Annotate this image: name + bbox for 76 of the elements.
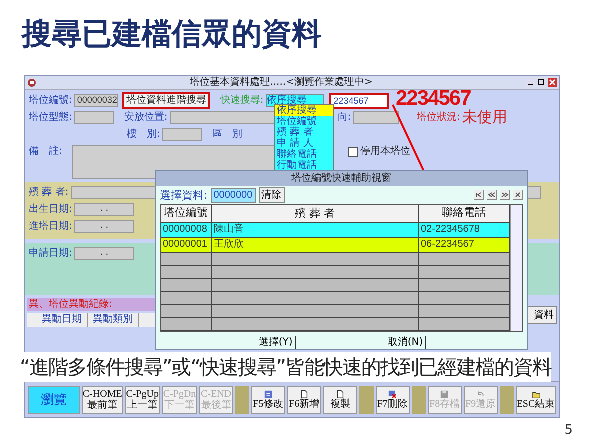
field-label: 出生日期: [29, 204, 72, 216]
advanced-search-button[interactable]: 塔位資料進階搜尋 [122, 92, 210, 109]
dialog-button[interactable]: 選擇(Y) [256, 336, 296, 349]
field-label: 安放位置: [124, 112, 168, 124]
toolbar-separator [359, 386, 374, 414]
field-label: 樓 別: [127, 128, 160, 140]
toolbar-separator [412, 386, 426, 414]
undo-icon [476, 390, 486, 398]
field-label: 塔位編號: [29, 94, 72, 106]
floor-field[interactable] [162, 128, 202, 141]
document-icon [336, 390, 345, 398]
column-header: 殯 葬 者 [212, 205, 419, 222]
folder-icon [532, 390, 540, 398]
date-field[interactable]: . . [74, 220, 134, 233]
dropdown-option[interactable]: 塔位編號 [275, 116, 333, 127]
field-label: 向: [338, 112, 352, 124]
filter-field[interactable]: 0000000 [210, 188, 256, 203]
toolbar-button[interactable]: 複製 [323, 386, 358, 414]
table-row[interactable]: 00000001 王欣欣 06-2234567 [161, 238, 510, 254]
field-label: 備 註: [29, 146, 62, 158]
toolbar-button[interactable]: F6新增 [287, 386, 322, 414]
field-label: 殯 葬 者: [29, 186, 69, 198]
slot-number-field[interactable]: 00000032 [74, 94, 118, 107]
close-icon[interactable] [513, 190, 523, 200]
date-field[interactable]: . . [74, 247, 134, 260]
table-cell: 00000008 [161, 223, 212, 238]
table-cell: 王欣欣 [212, 238, 419, 252]
slide-title: 搜尋已建檔信眾的資料 [20, 16, 323, 54]
field-label: 塔位狀況: [417, 112, 460, 124]
toolbar-button[interactable]: F7刪除 [376, 386, 410, 414]
toolbar-separator [500, 386, 514, 414]
column-header: 異動日期 [37, 313, 88, 327]
toolbar-button[interactable]: F5修改 [251, 386, 286, 414]
quick-search-field[interactable]: 2234567 [328, 92, 389, 108]
dialog-title: 塔位編號快速輔助視窗 [156, 171, 527, 186]
annotation-text: 2234567 [396, 87, 471, 110]
table-cell: 00000001 [161, 238, 212, 252]
field-label: 塔位型態: [29, 112, 72, 124]
delete-icon [388, 390, 398, 398]
slide-caption: “進階多條件搜尋”或“快速搜尋”皆能快速的找到已經建檔的資料 [20, 352, 552, 382]
window-title: 塔位基本資料處理.....<瀏覽作業處理中> [189, 76, 374, 88]
app-icon [27, 78, 37, 88]
dropdown-option[interactable]: 殯 葬 者 [275, 127, 333, 138]
facing-field[interactable] [353, 111, 400, 124]
toolbar-button[interactable]: 瀏覽 [28, 386, 80, 414]
edit-icon [264, 390, 273, 398]
dialog-button[interactable]: 取消(N) [386, 336, 426, 349]
first-page-icon[interactable] [474, 190, 484, 200]
date-field[interactable]: . . [74, 203, 134, 216]
maximize-icon[interactable] [537, 78, 546, 87]
scrollbar[interactable] [510, 205, 522, 332]
dropdown-option[interactable]: 聯絡電話 [275, 149, 333, 160]
field-label: 申請日期: [29, 248, 72, 260]
field-label: 快速搜尋: [220, 94, 264, 106]
toolbar-button[interactable]: ESC結束 [516, 386, 556, 414]
table-row[interactable]: 00000008 陳山音 02-22345678 [161, 223, 510, 238]
column-header: 異動類別 [88, 313, 139, 327]
checkbox[interactable] [348, 146, 358, 156]
previous-page-icon[interactable] [487, 190, 497, 200]
document-icon [300, 390, 309, 398]
toolbar-button[interactable]: C-PgUp 上一筆 [125, 386, 160, 414]
page-number: 5 [564, 423, 574, 438]
dropdown-option[interactable]: 依序搜尋 [275, 105, 333, 116]
clear-button[interactable]: 清除 [258, 187, 285, 204]
field-label: 區 別 [212, 128, 242, 140]
dropdown-option[interactable]: 申 請 人 [275, 138, 333, 149]
dropdown-option[interactable]: 行動電話 [275, 160, 333, 171]
toolbar-separator [235, 386, 250, 414]
next-page-icon[interactable] [500, 190, 510, 200]
status-value: 未使用 [462, 109, 508, 126]
table-cell: 陳山音 [212, 223, 419, 238]
column-header: 塔位編號 [161, 205, 212, 222]
checkbox-label: 停用本塔位 [360, 146, 410, 158]
field-label: 進塔日期: [29, 220, 72, 232]
filter-label: 選擇資料: [160, 188, 208, 203]
toolbar-button[interactable]: C-HOME 最前筆 [82, 386, 124, 414]
